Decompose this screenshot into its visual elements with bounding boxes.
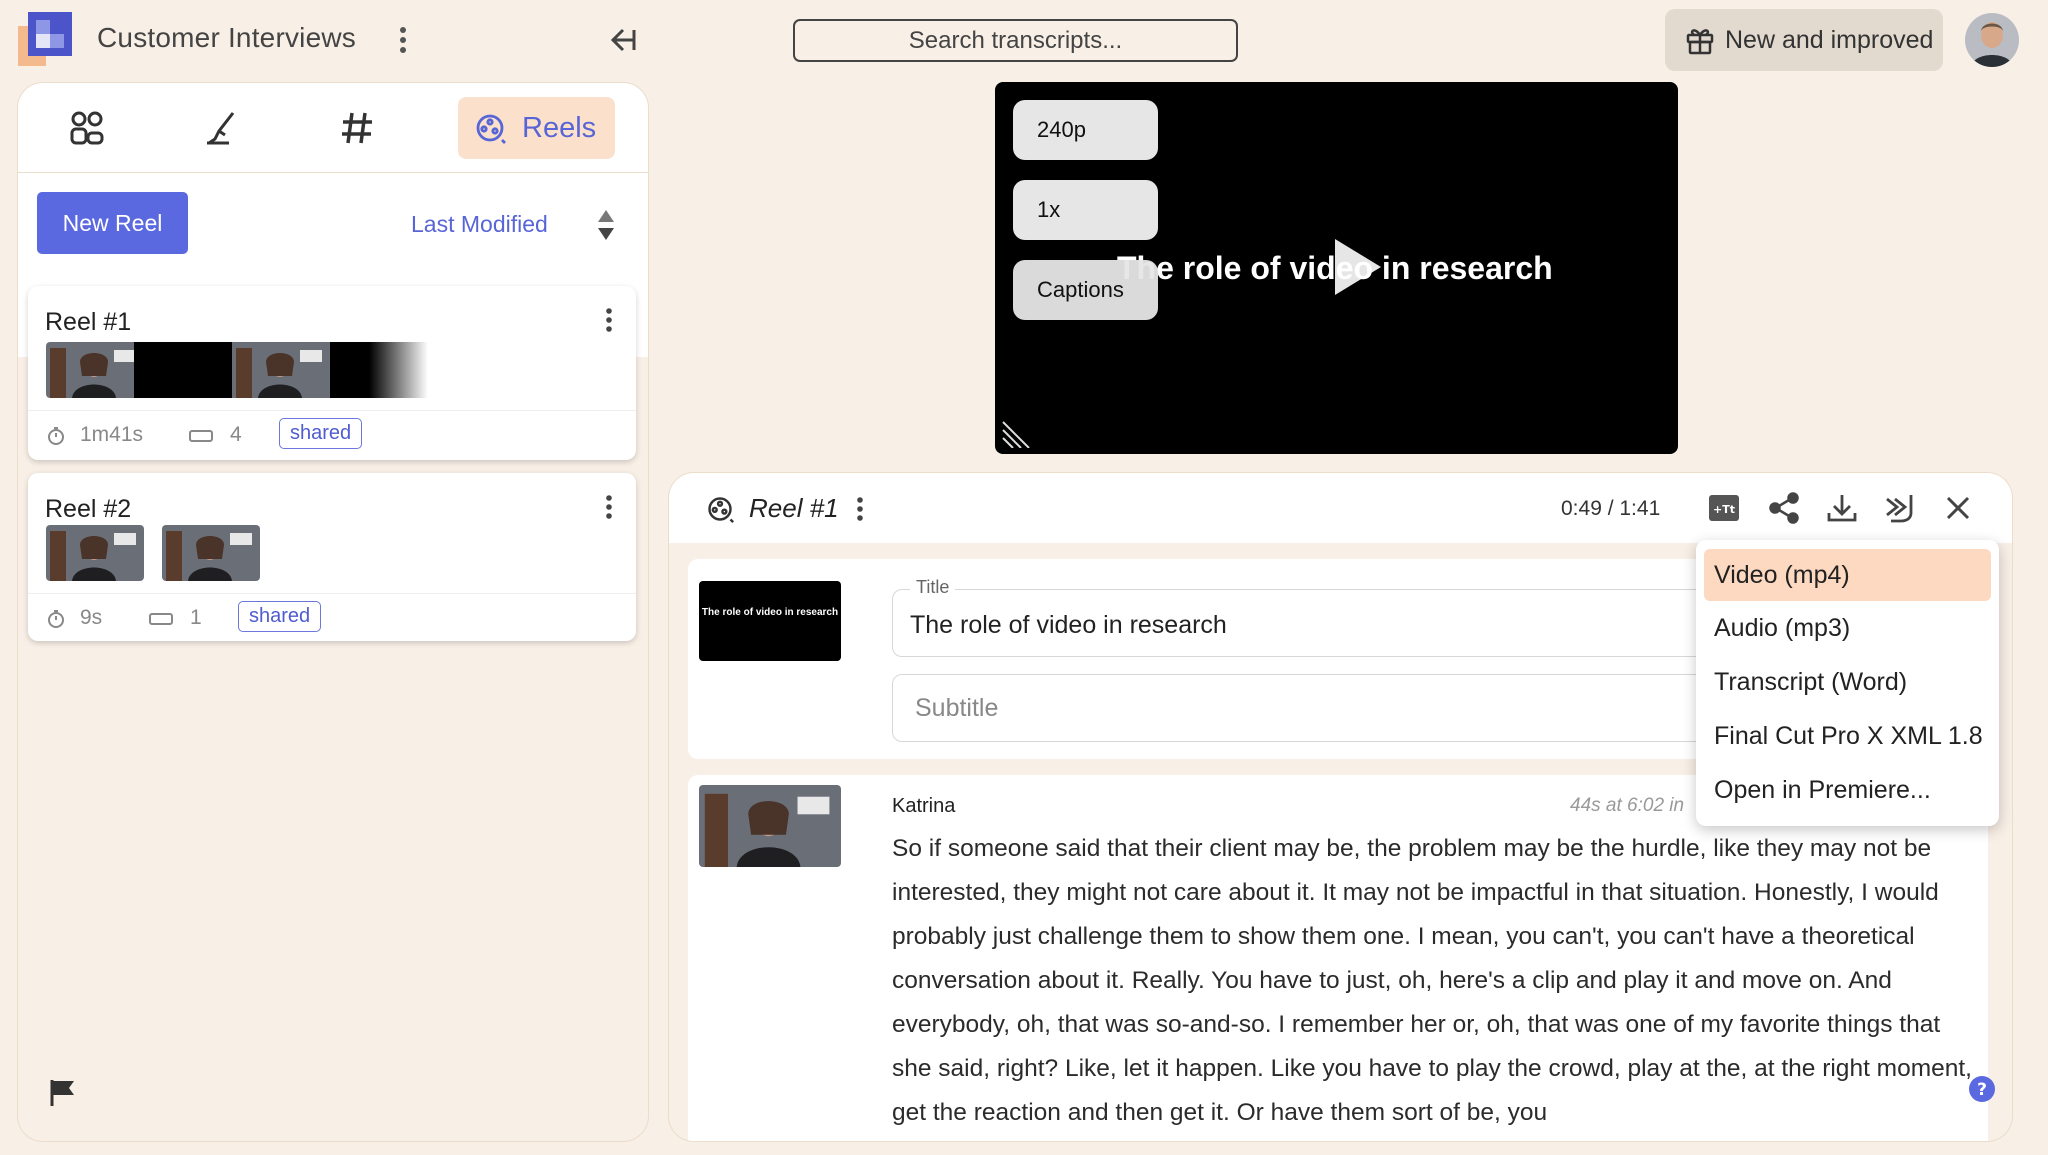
title-card-thumbnail: The role of video in research [699, 581, 841, 661]
new-and-improved-button[interactable]: New and improved [1665, 9, 1943, 71]
clip-meta: 44s at 6:02 in [1570, 795, 1685, 816]
reel-clip-count: 1 [190, 606, 202, 629]
reel-card-footer: 1m41s 4 shared [28, 410, 636, 460]
menu-item-video-mp4[interactable]: Video (mp4) [1704, 549, 1991, 601]
svg-text:+Tt: +Tt [1713, 503, 1735, 516]
reel-card-footer: 9s 1 shared [28, 593, 636, 641]
clip-transcript[interactable]: So if someone said that their client may… [892, 827, 1982, 1135]
clip-thumbnail [46, 342, 144, 398]
clips-icon [148, 609, 174, 629]
clips-icon [188, 426, 214, 446]
menu-item-audio-mp3[interactable]: Audio (mp3) [1704, 602, 1991, 654]
clip-thumbnail[interactable] [699, 785, 841, 867]
editor-header: Reel #1 0:49 / 1:41 +Tt [669, 473, 2012, 543]
title-field-label: Title [910, 577, 956, 598]
sort-toggle-icon[interactable] [595, 207, 617, 243]
clip-card: Katrina 44s at 6:02 in So if someone sai… [688, 775, 1988, 1141]
reel-icon [474, 112, 506, 144]
shared-badge: shared [238, 601, 322, 632]
flag-icon[interactable] [48, 1078, 78, 1108]
project-menu-icon[interactable] [394, 24, 412, 56]
reel-menu-icon[interactable] [604, 493, 614, 521]
new-reel-button[interactable]: New Reel [37, 192, 188, 254]
reel-title: Reel #1 [45, 308, 132, 336]
editor-menu-icon[interactable] [855, 495, 865, 523]
reel-duration: 1m41s [80, 423, 144, 446]
reel-card[interactable]: Reel #1 1m41s 4 shared [28, 286, 636, 460]
clip-thumbnail [162, 525, 260, 581]
captions-button[interactable]: Captions [1013, 260, 1158, 320]
speaker-name: Katrina [892, 795, 956, 817]
play-icon[interactable] [1333, 237, 1383, 297]
app-logo[interactable] [18, 12, 72, 66]
left-panel: Reels New Reel Last Modified Reel #1 1m4… [17, 82, 649, 1142]
timecode: 0:49 / 1:41 [1561, 497, 1661, 520]
timer-icon [46, 426, 66, 446]
reel-card[interactable]: Reel #2 9s 1 shared [28, 473, 636, 641]
highlighter-icon[interactable] [203, 109, 241, 147]
svg-text:?: ? [1977, 1080, 1987, 1100]
new-and-improved-label: New and improved [1725, 25, 1934, 54]
clip-thumbnail-fade [330, 342, 428, 398]
reel-title: Reel #2 [45, 495, 132, 523]
hashtag-icon[interactable] [338, 109, 376, 147]
collapse-sidebar-icon[interactable] [603, 22, 639, 58]
resize-handle-icon[interactable] [1001, 416, 1033, 448]
quality-button[interactable]: 240p [1013, 100, 1158, 160]
editor-reel-title: Reel #1 [749, 493, 839, 523]
menu-item-open-premiere[interactable]: Open in Premiere... [1704, 764, 1991, 816]
video-player[interactable]: 240p 1x The role of video in research Ca… [995, 82, 1678, 454]
participants-icon[interactable] [68, 109, 106, 147]
reel-clip-count: 4 [230, 423, 242, 446]
clip-thumbnail [232, 342, 330, 398]
sort-label[interactable]: Last Modified [411, 211, 548, 238]
menu-item-final-cut-xml[interactable]: Final Cut Pro X XML 1.8 [1704, 710, 1991, 762]
clip-thumbnail-black [134, 342, 232, 398]
tab-reels[interactable]: Reels [458, 97, 615, 159]
user-avatar[interactable] [1965, 13, 2019, 67]
export-icon[interactable] [1883, 491, 1917, 525]
help-icon[interactable]: ? [1968, 1075, 1996, 1103]
panel-tabs: Reels [18, 83, 648, 173]
clip-thumbnail [46, 525, 144, 581]
tab-reels-label: Reels [522, 111, 597, 144]
export-menu: Video (mp4) Audio (mp3) Transcript (Word… [1696, 540, 1999, 826]
download-icon[interactable] [1825, 491, 1859, 525]
menu-item-transcript-word[interactable]: Transcript (Word) [1704, 656, 1991, 708]
timer-icon [46, 609, 66, 629]
close-icon[interactable] [1941, 491, 1975, 525]
share-icon[interactable] [1767, 491, 1801, 525]
project-title: Customer Interviews [97, 22, 356, 53]
gift-icon [1685, 25, 1715, 55]
speed-button[interactable]: 1x [1013, 180, 1158, 240]
search-input[interactable] [793, 19, 1238, 62]
reel-icon [706, 495, 734, 523]
shared-badge: shared [279, 418, 363, 449]
reel-duration: 9s [80, 606, 103, 629]
reel-menu-icon[interactable] [604, 306, 614, 334]
add-title-card-icon[interactable]: +Tt [1707, 491, 1741, 525]
